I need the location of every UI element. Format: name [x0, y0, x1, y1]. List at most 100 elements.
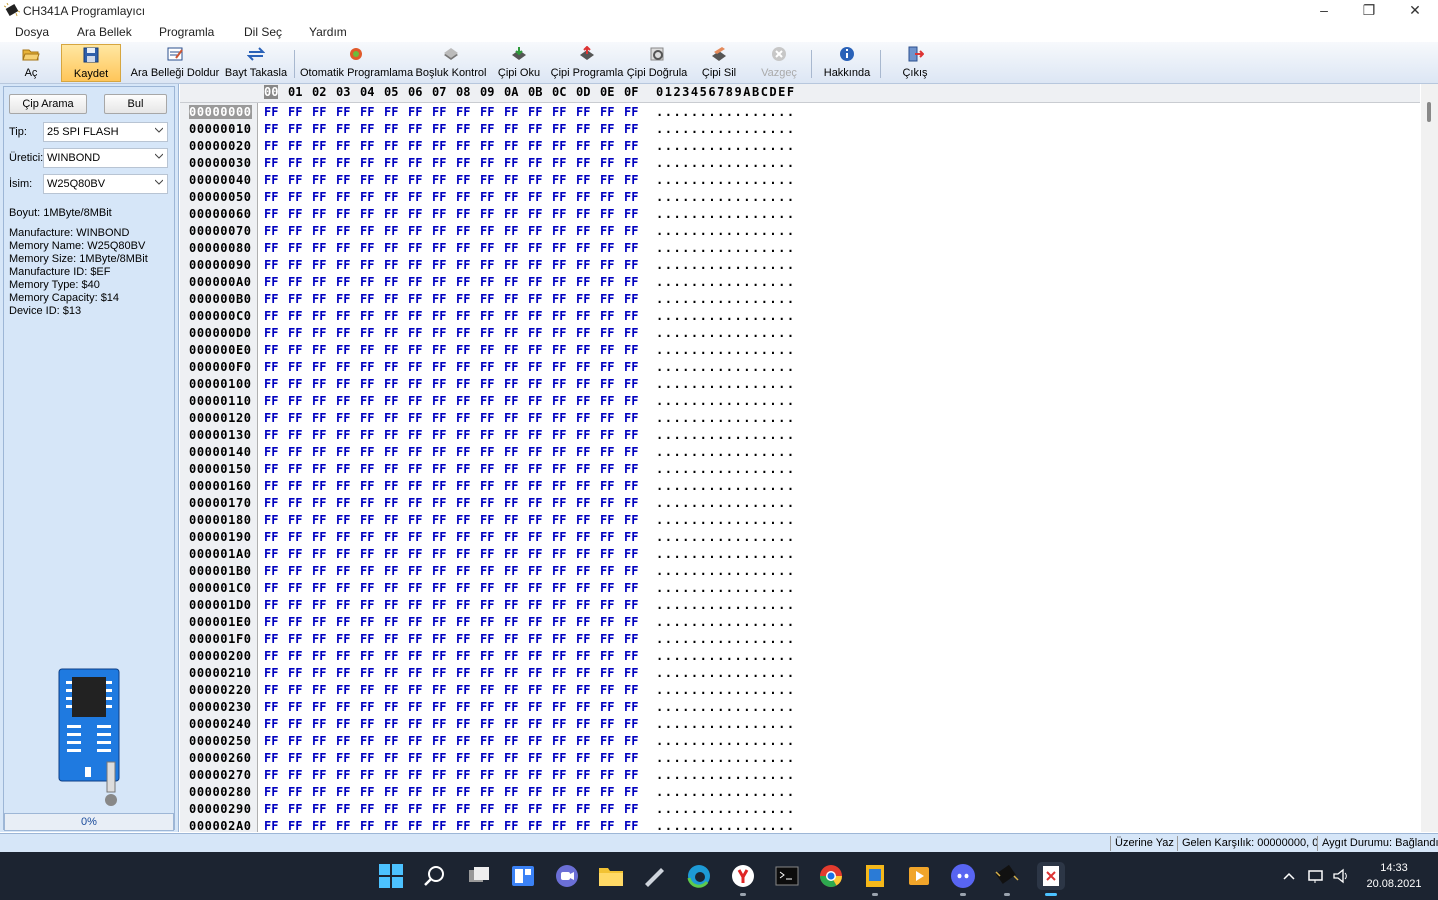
hex-row-ascii[interactable]: ................: [656, 105, 796, 119]
hex-byte[interactable]: FF: [624, 207, 638, 221]
hex-byte[interactable]: FF: [600, 156, 614, 170]
hex-byte[interactable]: FF: [576, 717, 590, 731]
hex-byte[interactable]: FF: [528, 666, 542, 680]
hex-byte[interactable]: FF: [384, 292, 398, 306]
hex-byte[interactable]: FF: [384, 241, 398, 255]
hex-byte[interactable]: FF: [312, 241, 326, 255]
hex-byte[interactable]: FF: [360, 411, 374, 425]
hex-byte[interactable]: FF: [528, 564, 542, 578]
hex-byte[interactable]: FF: [288, 581, 302, 595]
hex-byte[interactable]: FF: [432, 309, 446, 323]
exit-button[interactable]: Çıkış: [893, 44, 937, 82]
hex-byte[interactable]: FF: [264, 462, 278, 476]
hex-byte[interactable]: FF: [288, 649, 302, 663]
hex-byte[interactable]: FF: [336, 496, 350, 510]
hex-byte[interactable]: FF: [528, 530, 542, 544]
hex-byte[interactable]: FF: [432, 173, 446, 187]
hex-byte[interactable]: FF: [360, 173, 374, 187]
hex-byte[interactable]: FF: [552, 598, 566, 612]
hex-byte[interactable]: FF: [552, 547, 566, 561]
hex-byte[interactable]: FF: [408, 241, 422, 255]
hex-byte[interactable]: FF: [576, 598, 590, 612]
hex-byte[interactable]: FF: [384, 105, 398, 119]
hex-byte[interactable]: FF: [408, 666, 422, 680]
hex-byte[interactable]: FF: [528, 632, 542, 646]
hex-byte[interactable]: FF: [360, 717, 374, 731]
hex-byte[interactable]: FF: [504, 445, 518, 459]
hex-row-ascii[interactable]: ................: [656, 615, 796, 629]
hex-byte[interactable]: FF: [408, 513, 422, 527]
hex-byte[interactable]: FF: [528, 462, 542, 476]
hex-byte[interactable]: FF: [480, 802, 494, 816]
program-chip-button[interactable]: Çipi Programla: [550, 44, 624, 82]
hex-byte[interactable]: FF: [432, 462, 446, 476]
hex-byte[interactable]: FF: [456, 377, 470, 391]
hex-byte[interactable]: FF: [600, 785, 614, 799]
hex-byte[interactable]: FF: [264, 479, 278, 493]
hex-byte[interactable]: FF: [600, 394, 614, 408]
hex-row-ascii[interactable]: ................: [656, 683, 796, 697]
pen-app-icon[interactable]: [641, 862, 669, 890]
hex-byte[interactable]: FF: [432, 717, 446, 731]
hex-byte[interactable]: FF: [552, 683, 566, 697]
hex-byte[interactable]: FF: [528, 173, 542, 187]
hex-byte[interactable]: FF: [336, 326, 350, 340]
hex-byte[interactable]: FF: [528, 547, 542, 561]
hex-byte[interactable]: FF: [360, 802, 374, 816]
hex-byte[interactable]: FF: [576, 190, 590, 204]
hex-row-ascii[interactable]: ................: [656, 819, 796, 832]
hex-byte[interactable]: FF: [312, 700, 326, 714]
hex-byte[interactable]: FF: [360, 309, 374, 323]
hex-byte[interactable]: FF: [432, 275, 446, 289]
search-icon[interactable]: [421, 862, 449, 890]
edge-browser-icon[interactable]: [685, 862, 713, 890]
hex-byte[interactable]: FF: [504, 105, 518, 119]
hex-byte[interactable]: FF: [528, 224, 542, 238]
hex-byte[interactable]: FF: [552, 292, 566, 306]
hex-byte[interactable]: FF: [384, 632, 398, 646]
hex-byte[interactable]: FF: [576, 513, 590, 527]
hex-byte[interactable]: FF: [432, 581, 446, 595]
hex-byte[interactable]: FF: [528, 343, 542, 357]
hex-byte[interactable]: FF: [624, 717, 638, 731]
hex-byte[interactable]: FF: [336, 173, 350, 187]
hex-byte[interactable]: FF: [528, 700, 542, 714]
hex-byte[interactable]: FF: [576, 819, 590, 832]
hex-byte[interactable]: FF: [336, 343, 350, 357]
hex-byte[interactable]: FF: [504, 309, 518, 323]
type-select[interactable]: 25 SPI FLASH: [43, 122, 168, 142]
hex-byte[interactable]: FF: [456, 462, 470, 476]
hex-byte[interactable]: FF: [552, 700, 566, 714]
hex-byte[interactable]: FF: [504, 819, 518, 832]
hex-byte[interactable]: FF: [360, 326, 374, 340]
hex-byte[interactable]: FF: [528, 428, 542, 442]
hex-byte[interactable]: FF: [576, 309, 590, 323]
hex-byte[interactable]: FF: [600, 411, 614, 425]
hex-byte[interactable]: FF: [360, 581, 374, 595]
hex-byte[interactable]: FF: [624, 394, 638, 408]
hex-byte[interactable]: FF: [504, 581, 518, 595]
hex-byte[interactable]: FF: [528, 581, 542, 595]
hex-byte[interactable]: FF: [456, 309, 470, 323]
hex-byte[interactable]: FF: [600, 343, 614, 357]
hex-byte[interactable]: FF: [480, 292, 494, 306]
manufacturer-select[interactable]: WINBOND: [43, 148, 168, 168]
hex-byte[interactable]: FF: [552, 581, 566, 595]
hex-byte[interactable]: FF: [576, 581, 590, 595]
hex-byte[interactable]: FF: [624, 292, 638, 306]
hex-byte[interactable]: FF: [528, 156, 542, 170]
hex-byte[interactable]: FF: [360, 275, 374, 289]
hex-byte[interactable]: FF: [456, 751, 470, 765]
hex-row-ascii[interactable]: ................: [656, 734, 796, 748]
hex-byte[interactable]: FF: [576, 343, 590, 357]
hex-byte[interactable]: FF: [264, 683, 278, 697]
hex-byte[interactable]: FF: [384, 717, 398, 731]
hex-byte[interactable]: FF: [264, 700, 278, 714]
hex-byte[interactable]: FF: [336, 547, 350, 561]
hex-byte[interactable]: FF: [432, 513, 446, 527]
hex-byte[interactable]: FF: [480, 785, 494, 799]
hex-byte[interactable]: FF: [360, 632, 374, 646]
hex-byte[interactable]: FF: [456, 411, 470, 425]
teams-chat-icon[interactable]: [553, 862, 581, 890]
hex-byte[interactable]: FF: [288, 360, 302, 374]
